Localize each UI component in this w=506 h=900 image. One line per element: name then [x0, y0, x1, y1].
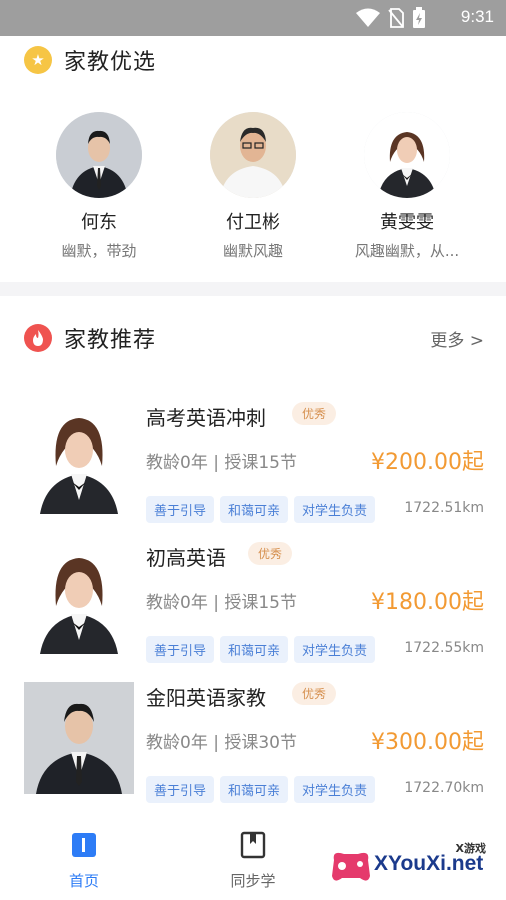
tutor-tags: 善于引导 和蔼可亲 对学生负责	[146, 776, 376, 803]
bookmark-book-icon	[240, 831, 266, 859]
featured-teacher-list: 何东 幽默，带劲 付卫彬 幽默风趣 黄雯雯 风趣幽默，从...	[0, 112, 506, 272]
tutor-title: 高考英语冲刺	[146, 406, 266, 430]
featured-header: ★ 家教优选	[24, 44, 156, 76]
tutor-tags: 善于引导 和蔼可亲 对学生负责	[146, 636, 376, 663]
tutor-distance: 1722.51km	[404, 500, 484, 516]
tutor-card[interactable]: 高考英语冲刺 优秀 教龄0年 | 授课15节 ¥200.00起 善于引导 和蔼可…	[0, 402, 506, 538]
teacher-desc: 幽默，带劲	[61, 242, 137, 260]
tag: 和蔼可亲	[220, 776, 289, 803]
teacher-name: 何东	[81, 212, 117, 233]
teacher-card[interactable]: 何东 幽默，带劲	[24, 112, 174, 261]
excellent-badge: 优秀	[248, 542, 293, 565]
featured-section: ★ 家教优选 何东 幽默，带劲 付卫彬 幽默风趣 黄雯雯 风趣幽默，从...	[0, 36, 506, 282]
nav-sync-label: 同步学	[230, 872, 276, 890]
tutor-meta: 教龄0年 | 授课30节	[146, 733, 297, 753]
featured-title: 家教优选	[64, 50, 157, 75]
nav-home[interactable]: 首页	[24, 830, 144, 891]
tutor-distance: 1722.55km	[404, 640, 484, 656]
tutor-price: ¥200.00起	[371, 450, 484, 475]
tag: 对学生负责	[294, 636, 376, 663]
nav-home-label: 首页	[68, 872, 99, 890]
bottom-nav: 首页 同步学 X游戏 XYouXi.net	[0, 820, 506, 900]
tag: 和蔼可亲	[220, 636, 289, 663]
teacher-avatar	[210, 112, 296, 198]
tutor-card[interactable]: 金阳英语家教 优秀 教龄0年 | 授课30节 ¥300.00起 善于引导 和蔼可…	[0, 682, 506, 818]
gamepad-logo-icon	[332, 852, 370, 881]
tutor-title: 金阳英语家教	[146, 686, 266, 710]
tutor-photo	[24, 682, 134, 794]
tutor-tags: 善于引导 和蔼可亲 对学生负责	[146, 496, 376, 523]
tutor-price: ¥180.00起	[371, 590, 484, 615]
home-book-icon	[72, 833, 96, 857]
teacher-name: 黄雯雯	[380, 212, 434, 233]
tag: 和蔼可亲	[220, 496, 289, 523]
wifi-icon	[356, 8, 380, 27]
watermark: X游戏 XYouXi.net	[328, 840, 498, 890]
nav-sync-study[interactable]: 同步学	[193, 830, 313, 891]
tag: 善于引导	[146, 636, 215, 663]
tutor-photo	[24, 402, 134, 514]
tutor-price: ¥300.00起	[371, 730, 484, 755]
teacher-desc: 风趣幽默，从...	[354, 242, 460, 260]
tag: 对学生负责	[294, 776, 376, 803]
excellent-badge: 优秀	[292, 682, 337, 705]
status-icons	[356, 7, 426, 28]
fire-icon	[24, 324, 52, 352]
tutor-card[interactable]: 初高英语 优秀 教龄0年 | 授课15节 ¥180.00起 善于引导 和蔼可亲 …	[0, 542, 506, 678]
tag: 善于引导	[146, 776, 215, 803]
more-link[interactable]: 更多 >	[430, 326, 484, 351]
tutor-title: 初高英语	[146, 546, 226, 570]
excellent-badge: 优秀	[292, 402, 337, 425]
watermark-text: XYouXi.net	[374, 852, 484, 875]
teacher-name: 付卫彬	[226, 212, 280, 233]
teacher-avatar	[56, 112, 142, 198]
teacher-card[interactable]: 付卫彬 幽默风趣	[178, 112, 328, 261]
recommend-title: 家教推荐	[64, 328, 157, 353]
tutor-photo	[24, 542, 134, 654]
tutor-meta: 教龄0年 | 授课15节	[146, 593, 297, 613]
status-time: 9:31	[460, 7, 494, 26]
tag: 善于引导	[146, 496, 215, 523]
battery-charging-icon	[413, 7, 425, 28]
recommend-header: 家教推荐	[24, 322, 156, 354]
tutor-meta: 教龄0年 | 授课15节	[146, 453, 297, 473]
teacher-desc: 幽默风趣	[222, 242, 283, 260]
tag: 对学生负责	[294, 496, 376, 523]
teacher-card[interactable]: 黄雯雯 风趣幽默，从...	[332, 112, 482, 261]
section-divider	[0, 282, 506, 296]
teacher-avatar	[364, 112, 450, 198]
status-bar: 9:31	[0, 0, 506, 36]
tutor-distance: 1722.70km	[404, 780, 484, 796]
star-icon: ★	[24, 46, 52, 74]
no-sim-icon	[388, 8, 404, 28]
